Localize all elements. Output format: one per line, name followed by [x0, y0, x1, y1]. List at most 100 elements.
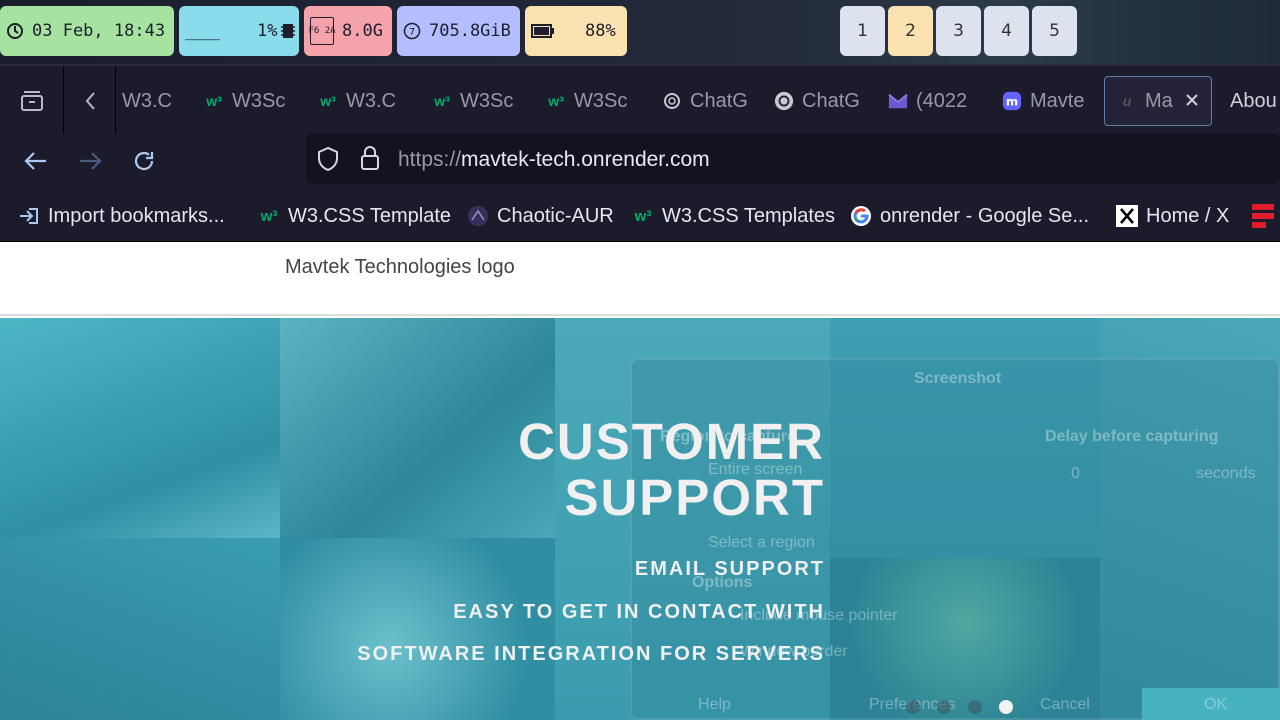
mail-icon [888, 91, 908, 111]
svg-text:7: 7 [409, 27, 415, 38]
reload-icon [134, 151, 154, 171]
tab-overview-button[interactable] [0, 66, 64, 136]
battery-text: 88% [585, 21, 616, 41]
tab-w3schools-3[interactable]: w³ W3Sc [546, 76, 638, 126]
clock-icon [7, 23, 23, 39]
hero-tile [280, 318, 555, 538]
ghost-text: 0 [1071, 465, 1080, 482]
bookmark-label: Chaotic-AUR [497, 204, 614, 227]
bookmark-label: Import bookmarks... [48, 204, 225, 227]
tab-w3c-2[interactable]: w³ W3.C [318, 76, 410, 126]
bookmark-w3css-templates[interactable]: w³ W3.CSS Templates [632, 202, 835, 230]
url-scheme: https:// [398, 148, 462, 171]
bookmark-label: W3.CSS Templates [662, 204, 836, 227]
clock-widget[interactable]: 03 Feb, 18:43 [0, 6, 174, 56]
w3-icon: w³ [548, 93, 564, 109]
tab-chatgpt-1[interactable]: ChatG [662, 76, 754, 126]
import-icon [18, 205, 40, 227]
cpu-widget[interactable]: ____ 1% [179, 6, 299, 56]
tab-label: (4022 [916, 89, 968, 112]
carousel-dot-2[interactable] [937, 700, 951, 714]
hero-title-line-1: CUSTOMER [518, 413, 825, 470]
bookmark-chaotic-aur[interactable]: Chaotic-AUR [467, 202, 614, 230]
tab-mastodon[interactable]: m Mavte [1002, 76, 1094, 126]
ghost-text: Delay before capturing [1045, 428, 1219, 445]
scroll-tabs-left-button[interactable] [66, 66, 116, 136]
close-tab-icon[interactable] [1181, 89, 1203, 111]
bookmark-import[interactable]: Import bookmarks... [18, 202, 225, 230]
tab-w3schools-2[interactable]: w³ W3Sc [432, 76, 524, 126]
web-page: Mavtek Technologies logo Screenshot Regi… [0, 242, 1280, 720]
tab-label: W3.C [346, 89, 396, 112]
cpu-graph: ____ [185, 21, 220, 41]
ghost-text: Select a region [708, 534, 815, 551]
tab-label: W3Sc [232, 89, 286, 112]
chevron-left-icon [85, 92, 95, 110]
workspace-1[interactable]: 1 [840, 6, 885, 56]
url-text: https://mavtek-tech.onrender.com [398, 148, 710, 172]
hero-tile [280, 538, 555, 720]
tab-w3c-1[interactable]: W3.C [122, 76, 182, 126]
ghost-text: OK [1204, 696, 1228, 713]
openai-icon [662, 91, 682, 111]
shield-icon[interactable] [316, 146, 340, 172]
site-logo[interactable]: Mavtek Technologies logo [285, 256, 515, 279]
w3-icon: w³ [634, 207, 652, 225]
url-host: mavtek-tech.onrender.com [461, 148, 710, 171]
hero-carousel: Screenshot Region to capture Entire scre… [0, 318, 1280, 720]
carousel-dot-3[interactable] [968, 700, 982, 714]
hero-item-software-integration: SOFTWARE INTEGRATION FOR SERVERS [357, 643, 825, 665]
forward-button[interactable] [72, 146, 108, 176]
w3-icon: w³ [320, 93, 336, 109]
disk-icon: 7 [403, 22, 421, 40]
workspace-4[interactable]: 4 [984, 6, 1029, 56]
bookmark-label: Home / X [1146, 204, 1230, 227]
memory-widget[interactable]: F6 2A 8.0G [304, 6, 392, 56]
hero-item-email-support: EMAIL SUPPORT [634, 558, 825, 580]
bookmark-google-search[interactable]: onrender - Google Se... [850, 202, 1089, 230]
disk-text: 705.8GiB [429, 21, 511, 41]
tab-mail[interactable]: (4022 [888, 76, 980, 126]
workspace-5[interactable]: 5 [1032, 6, 1077, 56]
disk-widget[interactable]: 7 705.8GiB [397, 6, 520, 56]
hero-title-line-2: SUPPORT [564, 469, 825, 526]
arrow-right-icon [80, 152, 102, 170]
w3-icon: w³ [434, 93, 450, 109]
bookmark-x-home[interactable]: Home / X [1116, 202, 1229, 230]
navigation-bar: https://mavtek-tech.onrender.com [0, 134, 1280, 190]
ghost-text: Cancel [1040, 696, 1090, 713]
bookmarks-bar: Import bookmarks... w³ W3.CSS Template C… [0, 190, 1280, 242]
tab-about[interactable]: Abou [1230, 76, 1280, 126]
tab-label: W3Sc [574, 89, 628, 112]
carousel-dot-4-active[interactable] [999, 700, 1013, 714]
back-button[interactable] [18, 146, 54, 176]
tab-label: W3.C [122, 89, 172, 112]
reload-button[interactable] [126, 146, 162, 176]
tab-bar: W3.C w³ W3Sc w³ W3.C w³ W3Sc w³ W3Sc Cha… [0, 64, 1280, 136]
workspace-2[interactable]: 2 [888, 6, 933, 56]
lock-icon[interactable] [359, 145, 381, 171]
cpu-icon [281, 24, 296, 38]
tab-w3schools-1[interactable]: w³ W3Sc [204, 76, 296, 126]
bookmark-label: W3.CSS Template [288, 204, 452, 227]
hero-tile [0, 538, 280, 720]
tab-label: Abou [1230, 89, 1277, 112]
memory-icon: F6 2A [308, 17, 336, 45]
bookmark-w3css-template[interactable]: w³ W3.CSS Template [258, 202, 451, 230]
tab-label: ChatG [690, 89, 748, 112]
hero-item-contact: EASY TO GET IN CONTACT WITH [453, 601, 825, 623]
ghost-text: seconds [1196, 465, 1256, 482]
x-logo-icon [1116, 205, 1138, 227]
google-icon [850, 205, 872, 227]
url-bar[interactable]: https://mavtek-tech.onrender.com [306, 134, 1280, 184]
tab-mavtek-active[interactable]: u Ma [1104, 76, 1212, 126]
clock-text: 03 Feb, 18:43 [32, 21, 166, 41]
battery-widget[interactable]: 88% [525, 6, 627, 56]
svg-text:m: m [1006, 95, 1018, 109]
carousel-dot-1[interactable] [906, 700, 920, 714]
w3-icon: w³ [260, 207, 278, 225]
tab-chatgpt-2[interactable]: ChatG [774, 76, 866, 126]
workspace-3[interactable]: 3 [936, 6, 981, 56]
bookmark-label: onrender - Google Se... [880, 204, 1090, 227]
bookmark-overflow-icon[interactable] [1252, 204, 1274, 228]
